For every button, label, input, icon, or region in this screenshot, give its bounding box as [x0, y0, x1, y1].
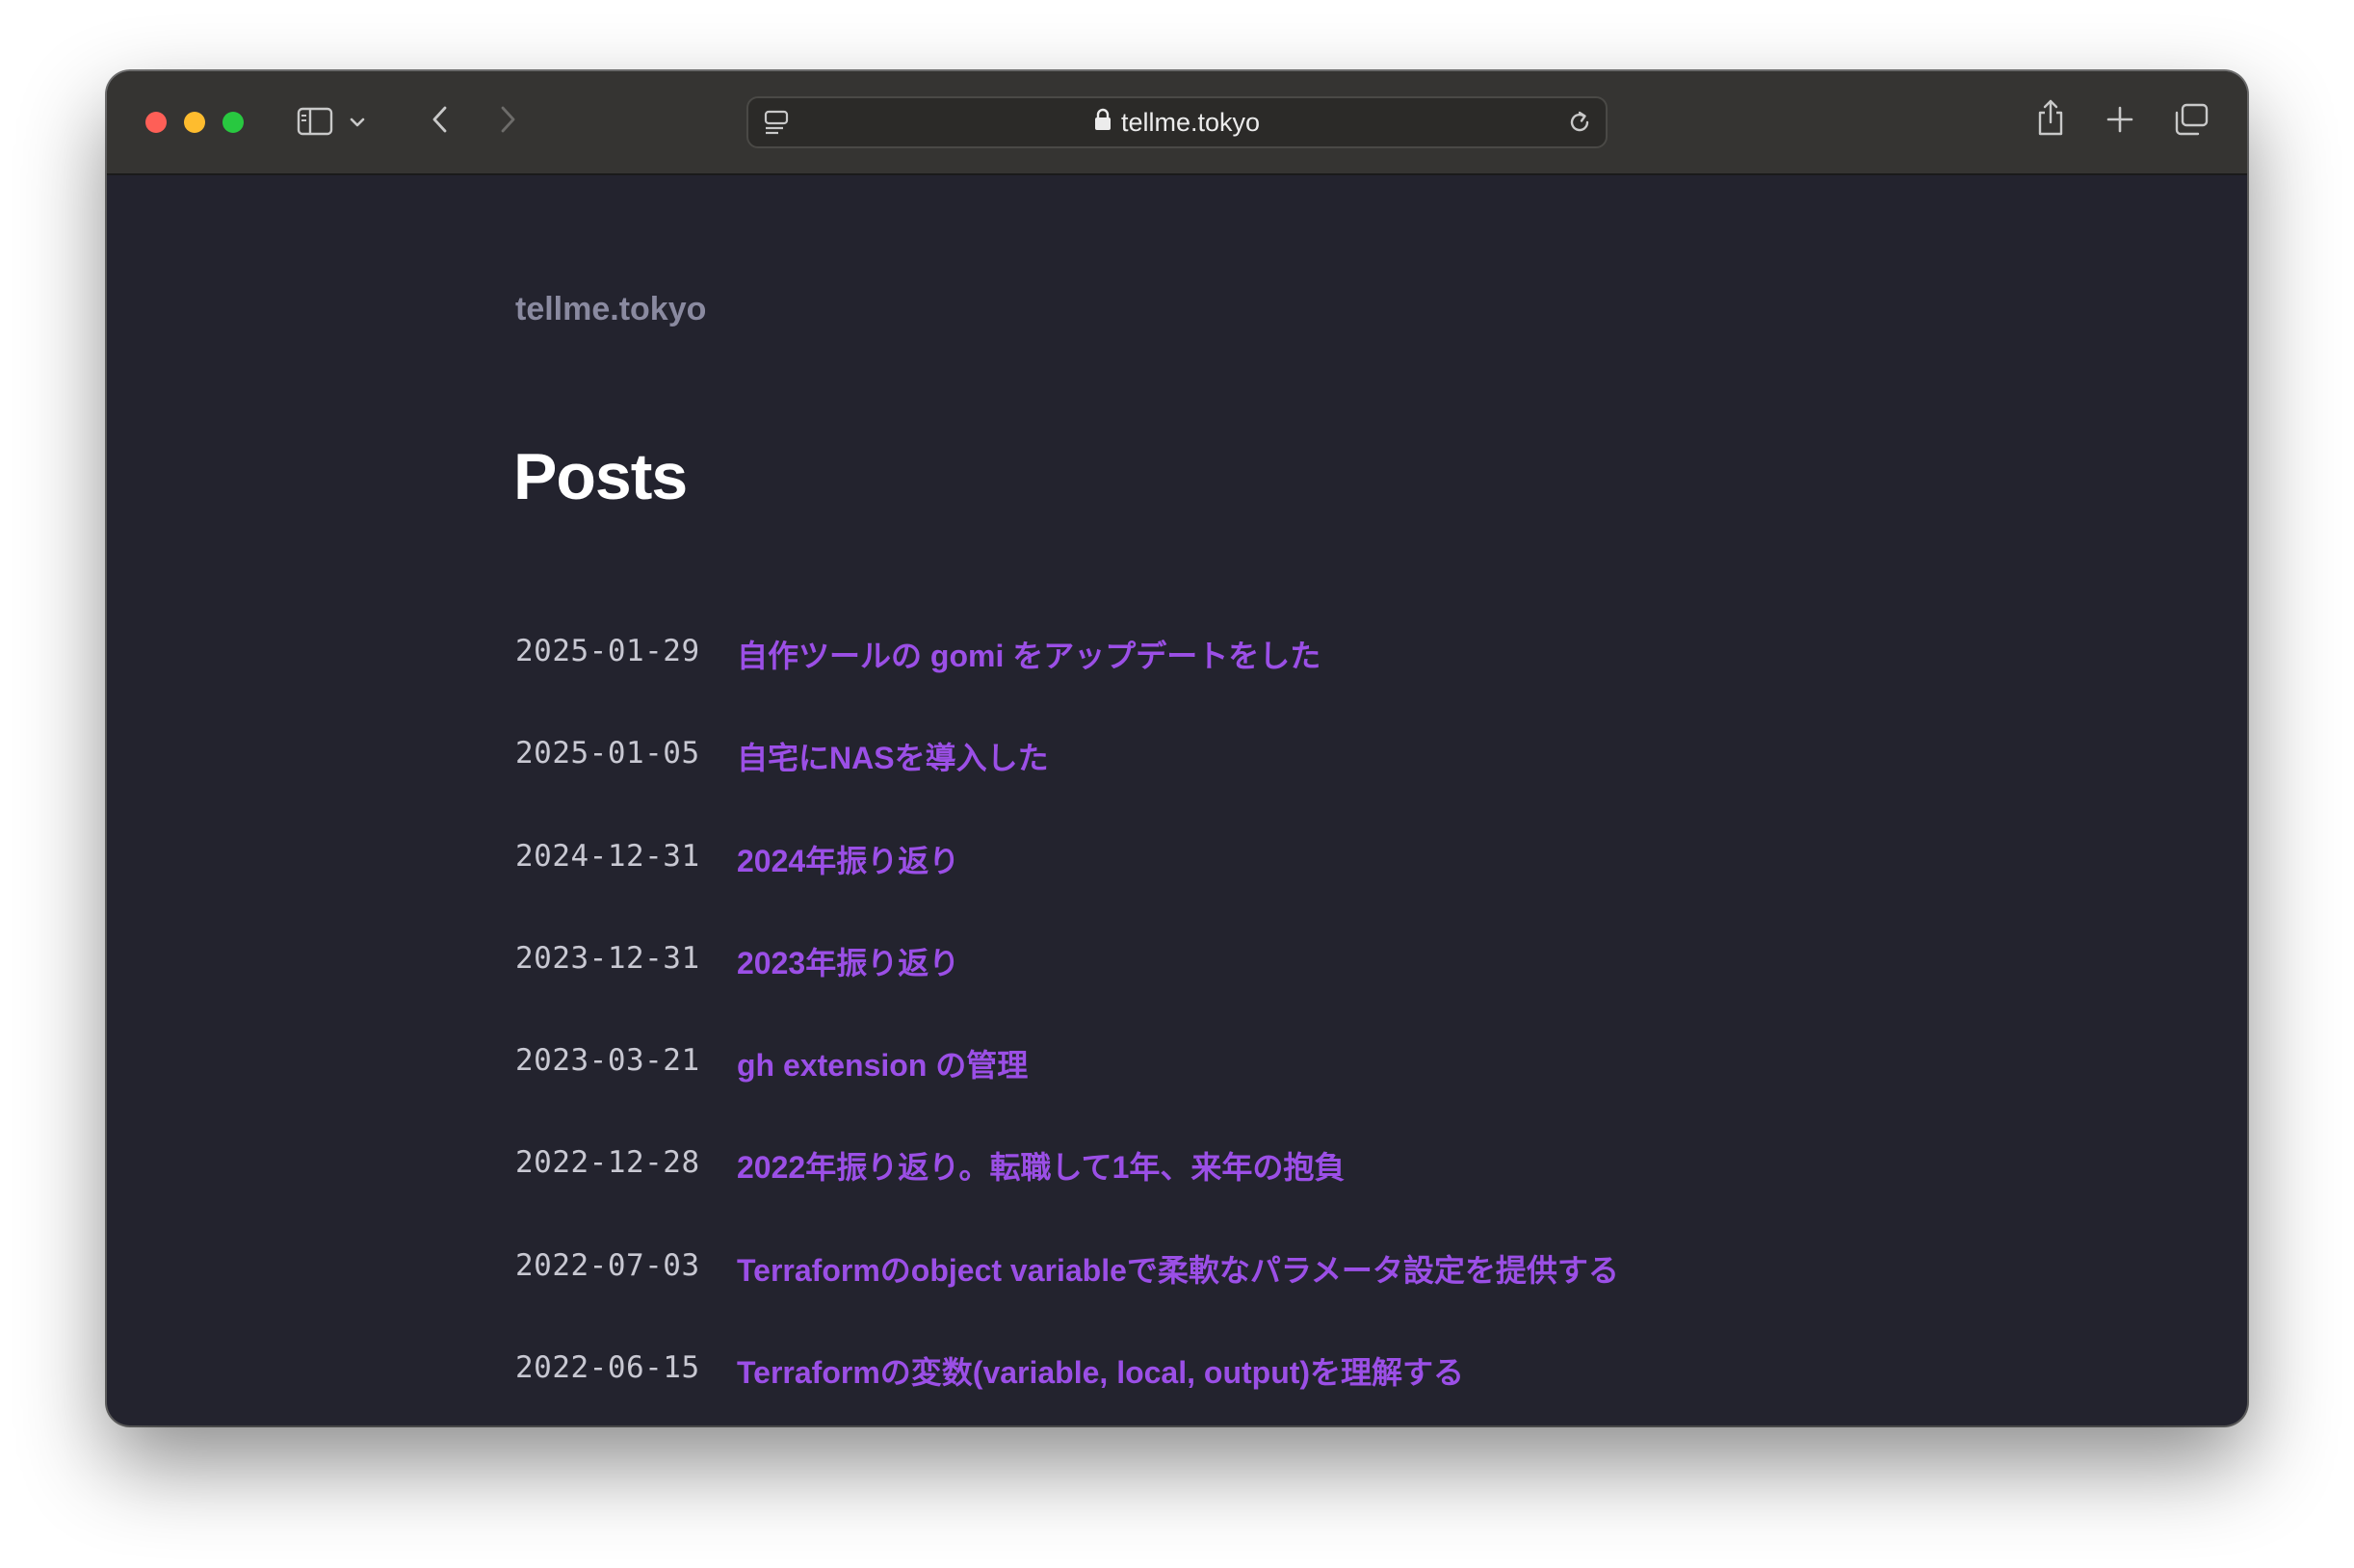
plus-icon[interactable]	[2103, 102, 2137, 137]
post-date: 2023-12-31	[515, 940, 700, 976]
chevron-left-icon[interactable]	[423, 100, 458, 139]
post-link[interactable]: 2022年振り返り。転職して1年、来年の抱負	[737, 1141, 1345, 1188]
post-link[interactable]: gh extension の管理	[737, 1039, 1028, 1085]
page-content: tellme.tokyo Posts 2025-01-29 自作ツールの gom…	[107, 175, 2247, 1425]
lock-icon	[1094, 108, 1112, 138]
list-item: 2022-06-15 Terraformの変数(variable, local,…	[515, 1346, 1619, 1425]
maximize-window-button[interactable]	[222, 112, 244, 133]
list-item: 2025-01-05 自宅にNASを導入した	[515, 732, 1619, 834]
reload-icon[interactable]	[1565, 108, 1594, 137]
post-date: 2025-01-29	[515, 634, 700, 668]
post-date: 2022-06-15	[515, 1350, 700, 1386]
list-item: 2025-01-29 自作ツールの gomi をアップデートをした	[515, 630, 1619, 732]
list-item: 2022-07-03 Terraformのobject variableで柔軟な…	[515, 1244, 1619, 1346]
tab-overview-icon[interactable]	[2172, 100, 2210, 139]
page-title: Posts	[513, 440, 688, 513]
list-item: 2024-12-31 2024年振り返り	[515, 835, 1619, 937]
post-date: 2025-01-05	[515, 736, 700, 771]
close-window-button[interactable]	[145, 112, 167, 133]
post-date: 2024-12-31	[515, 838, 700, 874]
sidebar-icon[interactable]	[296, 104, 334, 139]
post-link[interactable]: 2024年振り返り	[737, 835, 959, 881]
chevron-right-icon[interactable]	[490, 100, 525, 139]
post-date: 2022-12-28	[515, 1145, 700, 1181]
post-date: 2023-03-21	[515, 1043, 700, 1079]
list-item: 2022-12-28 2022年振り返り。転職して1年、来年の抱負	[515, 1141, 1619, 1243]
browser-toolbar: tellme.tokyo	[107, 71, 2247, 175]
post-link[interactable]: 自宅にNASを導入した	[737, 732, 1049, 778]
post-link[interactable]: Terraformのobject variableで柔軟なパラメータ設定を提供す…	[737, 1244, 1619, 1291]
post-link[interactable]: 自作ツールの gomi をアップデートをした	[737, 630, 1321, 676]
address-url: tellme.tokyo	[748, 98, 1606, 146]
chevron-down-icon[interactable]	[346, 110, 369, 135]
browser-window: tellme.tokyo tellme.tokyo Posts 2025-01-…	[107, 71, 2247, 1425]
share-icon[interactable]	[2033, 96, 2068, 139]
list-item: 2023-12-31 2023年振り返り	[515, 937, 1619, 1039]
post-link[interactable]: Terraformの変数(variable, local, output)を理解…	[737, 1346, 1464, 1393]
address-bar[interactable]: tellme.tokyo	[746, 96, 1608, 148]
url-text: tellme.tokyo	[1120, 107, 1261, 137]
post-date: 2022-07-03	[515, 1247, 700, 1283]
site-title-link[interactable]: tellme.tokyo	[515, 291, 706, 328]
post-link[interactable]: 2023年振り返り	[737, 937, 959, 983]
minimize-window-button[interactable]	[184, 112, 205, 133]
post-list: 2025-01-29 自作ツールの gomi をアップデートをした 2025-0…	[515, 630, 1619, 1425]
list-item: 2023-03-21 gh extension の管理	[515, 1039, 1619, 1141]
